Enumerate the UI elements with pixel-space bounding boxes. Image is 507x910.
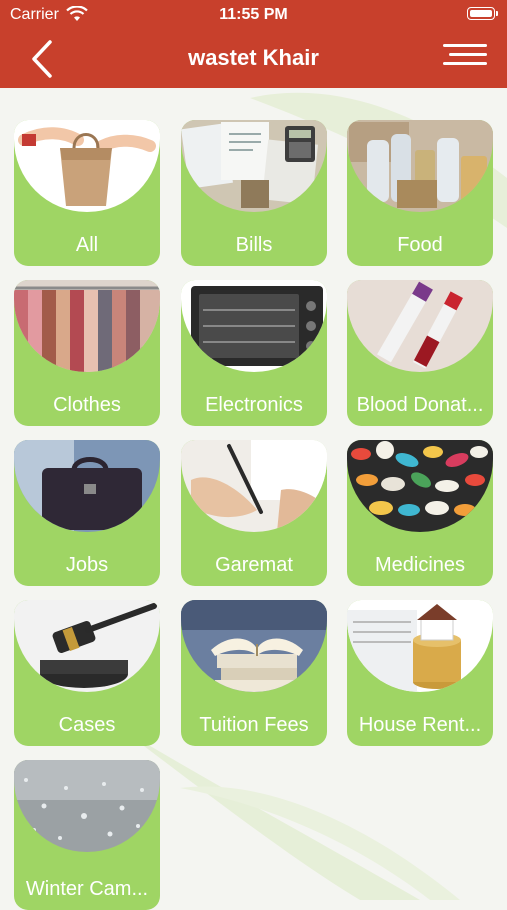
category-card-clothes[interactable]: Clothes — [14, 280, 160, 426]
blood-tubes-image — [347, 280, 493, 372]
shopping-bag-image — [14, 120, 160, 212]
category-label: Food — [397, 234, 443, 256]
category-card-medicines[interactable]: Medicines — [347, 440, 493, 586]
category-card-winter-campaign[interactable]: Winter Cam... — [14, 760, 160, 910]
category-label: Blood Donat... — [356, 394, 484, 416]
page-title: wastet Khair — [188, 45, 319, 70]
pills-image — [347, 440, 493, 532]
toaster-oven-image — [181, 280, 327, 372]
category-label: Jobs — [65, 554, 109, 576]
books-image — [181, 600, 327, 692]
briefcase-image — [14, 440, 160, 532]
food-image — [347, 120, 493, 212]
category-label: Winter Cam... — [25, 878, 149, 900]
category-card-cases[interactable]: Cases — [14, 600, 160, 746]
category-label: Clothes — [53, 394, 121, 416]
category-label: Medicines — [374, 554, 466, 576]
clothes-rack-image — [14, 280, 160, 372]
category-card-jobs[interactable]: Jobs — [14, 440, 160, 586]
category-card-food[interactable]: Food — [347, 120, 493, 266]
category-label: House Rent... — [358, 714, 482, 736]
category-label: Electronics — [205, 394, 303, 416]
category-card-garemat[interactable]: Garemat — [181, 440, 327, 586]
category-card-house-rent[interactable]: House Rent... — [347, 600, 493, 746]
hamburger-menu-icon[interactable] — [443, 44, 487, 74]
category-label: Tuition Fees — [199, 714, 309, 736]
category-card-blood-donation[interactable]: Blood Donat... — [347, 280, 493, 426]
category-card-bills[interactable]: Bills — [181, 120, 327, 266]
category-card-electronics[interactable]: Electronics — [181, 280, 327, 426]
status-bar: Carrier 11:55 PM — [0, 0, 507, 30]
category-label: Bills — [235, 234, 273, 256]
category-card-all[interactable]: All — [14, 120, 160, 266]
rain-window-image — [14, 760, 160, 852]
writing-hands-image — [181, 440, 327, 532]
category-card-tuition-fees[interactable]: Tuition Fees — [181, 600, 327, 746]
house-coins-image — [347, 600, 493, 692]
battery-icon — [467, 7, 498, 20]
category-label: All — [75, 234, 99, 256]
status-time: 11:55 PM — [219, 6, 288, 23]
navigation-bar: wastet Khair — [0, 30, 507, 88]
category-label: Garemat — [215, 554, 293, 576]
bills-image — [181, 120, 327, 212]
category-label: Cases — [58, 714, 116, 736]
gavel-image — [14, 600, 160, 692]
